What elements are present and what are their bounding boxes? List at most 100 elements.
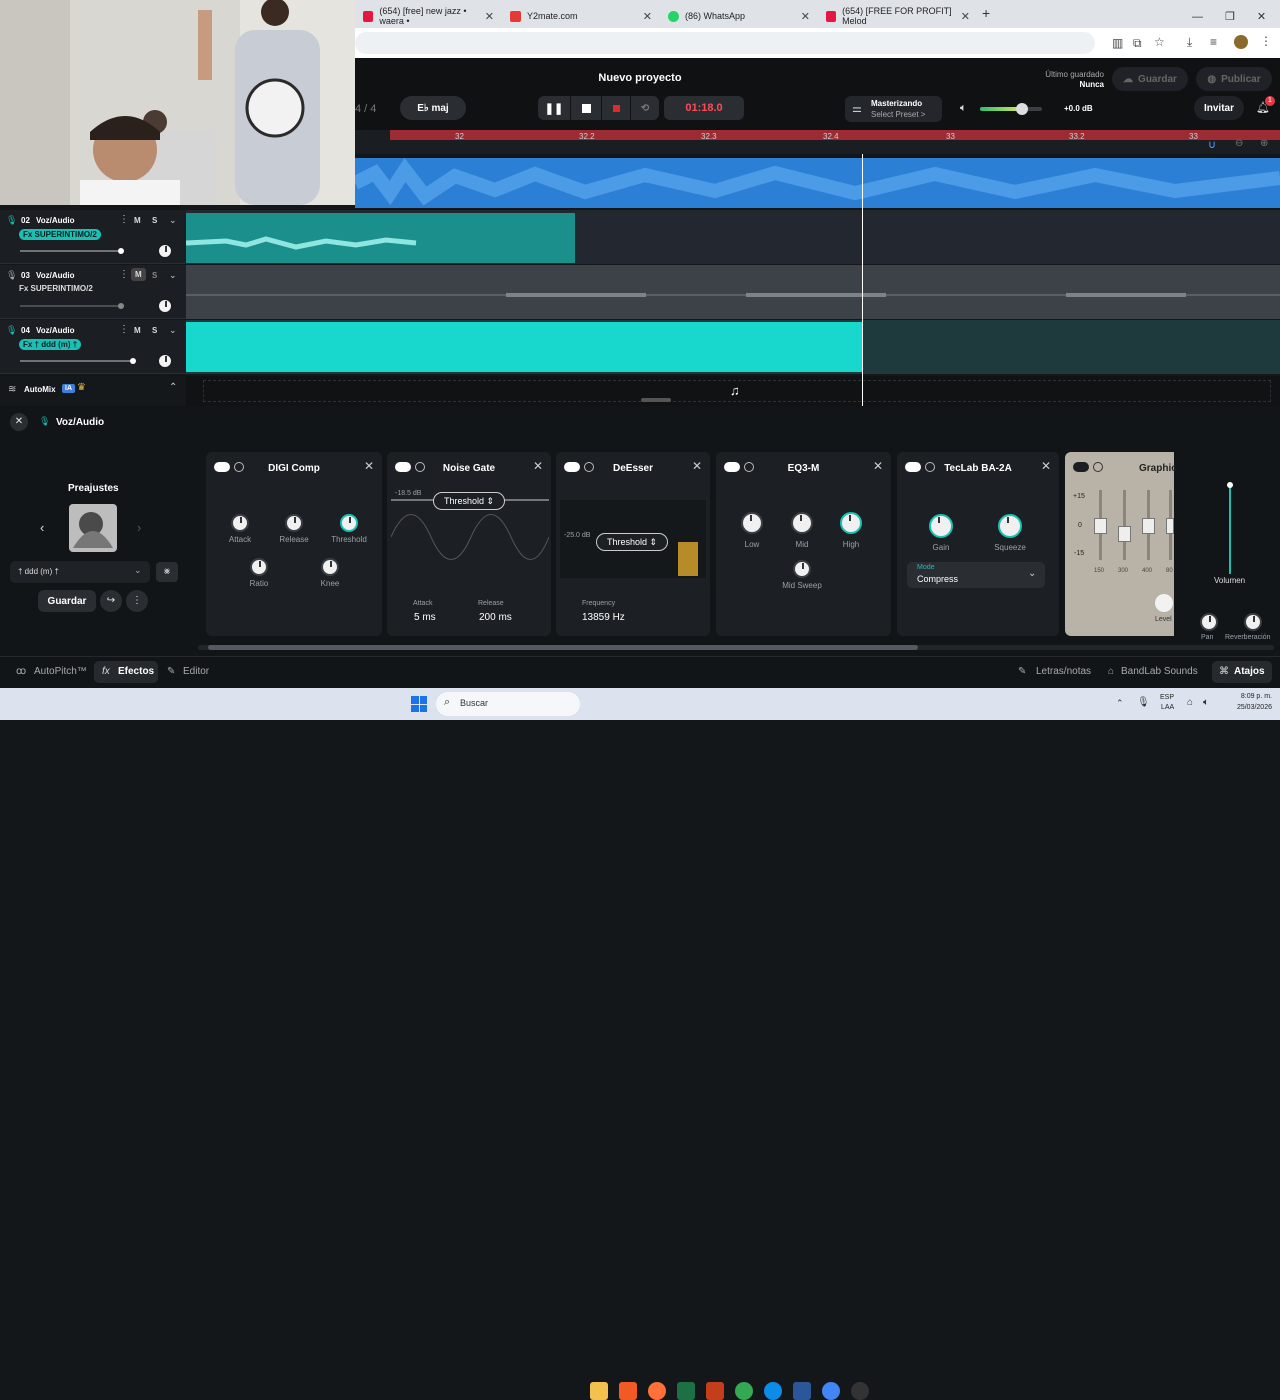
threshold-knob[interactable]: [340, 514, 358, 532]
eq-band-slider[interactable]: [1166, 490, 1174, 560]
chevron-down-icon[interactable]: ⌄: [169, 270, 177, 281]
track-volume-slider[interactable]: [20, 248, 124, 254]
track-name[interactable]: Voz/Audio: [36, 271, 75, 280]
chevron-right-icon[interactable]: ›: [137, 520, 141, 535]
knee-knob[interactable]: [321, 558, 339, 576]
track-fx-badge[interactable]: Fx SUPERINTIMO/2: [19, 229, 101, 240]
save-preset-button[interactable]: Guardar: [38, 590, 96, 612]
fx-card-eq3m[interactable]: EQ3-M ✕ Low Mid High Mid Sweep: [716, 452, 891, 636]
track-fx-badge[interactable]: Fx † ddd (m) †: [19, 339, 82, 350]
browser-tab[interactable]: (654) [free] new jazz • waera • ✕: [355, 4, 500, 28]
loop-button[interactable]: ⟲: [631, 96, 659, 120]
preset-artwork[interactable]: [69, 504, 117, 552]
new-tab-button[interactable]: +: [982, 5, 990, 21]
lyrics-tab[interactable]: Letras/notas: [1036, 666, 1091, 677]
chevron-down-icon[interactable]: ⌄: [169, 325, 177, 336]
zoom-in-icon[interactable]: ⊕: [1260, 138, 1268, 149]
edge-icon[interactable]: [764, 1382, 782, 1400]
taskbar-search[interactable]: ⌕ Buscar: [436, 692, 580, 716]
close-icon[interactable]: ✕: [1041, 459, 1051, 473]
close-tab-icon[interactable]: ✕: [801, 10, 810, 23]
browser-tab[interactable]: (86) WhatsApp ✕: [660, 4, 816, 28]
threshold-control[interactable]: Threshold ⇕: [433, 492, 505, 510]
close-panel-icon[interactable]: ✕: [10, 413, 28, 431]
mute-button[interactable]: M: [131, 268, 146, 281]
key-button[interactable]: E♭ maj: [400, 96, 466, 120]
autopitch-tab[interactable]: AutoPitch™: [34, 666, 87, 677]
slider-thumb[interactable]: [1227, 482, 1233, 488]
sidepanel-icon[interactable]: ▥: [1112, 36, 1123, 50]
timeline-ruler[interactable]: 32 32.2 32.3 32.4 33 33.2 33 ∪ ⊖ ⊕: [355, 130, 1280, 154]
close-tab-icon[interactable]: ✕: [961, 10, 970, 23]
ratio-knob[interactable]: [250, 558, 268, 576]
fx-scrollbar[interactable]: [198, 645, 1274, 650]
cast-icon[interactable]: ⧉: [1133, 36, 1142, 51]
attack-value[interactable]: 5 ms: [414, 612, 436, 623]
record-button[interactable]: [602, 96, 630, 120]
add-track-icon[interactable]: ♫: [730, 383, 740, 398]
stop-button[interactable]: [571, 96, 601, 120]
playhead[interactable]: [862, 154, 863, 406]
track-header[interactable]: 🎙︎ 03 Voz/Audio ⋮ M S ⌄ Fx SUPERINTIMO/2: [0, 265, 186, 319]
volume-thumb[interactable]: [1016, 103, 1028, 115]
more-icon[interactable]: ⋮: [126, 590, 148, 612]
menu-icon[interactable]: ⋮: [1260, 34, 1272, 48]
track-volume-slider[interactable]: [20, 303, 124, 309]
chrome-profile-icon[interactable]: [822, 1382, 840, 1400]
speaker-icon[interactable]: 🔈︎: [960, 102, 967, 115]
track-lane[interactable]: [186, 265, 1280, 319]
firefox-icon[interactable]: [648, 1382, 666, 1400]
track-volume-slider[interactable]: [20, 358, 136, 364]
microphone-tray-icon[interactable]: 🎙︎: [1137, 697, 1150, 708]
magnet-icon[interactable]: ∪: [1208, 138, 1216, 151]
info-icon[interactable]: [1093, 462, 1103, 472]
close-tab-icon[interactable]: ✕: [485, 10, 494, 23]
excel-icon[interactable]: [677, 1382, 695, 1400]
pan-knob[interactable]: [157, 298, 173, 314]
squeeze-knob[interactable]: [998, 514, 1022, 538]
windows-start-icon[interactable]: [411, 696, 427, 712]
track-name[interactable]: Voz/Audio: [36, 216, 75, 225]
slider-thumb[interactable]: [1094, 518, 1107, 534]
close-window-icon[interactable]: ✕: [1257, 11, 1266, 23]
close-icon[interactable]: ✕: [692, 459, 702, 473]
time-signature[interactable]: 4 / 4: [355, 103, 376, 115]
maximize-icon[interactable]: ❐: [1225, 11, 1235, 23]
editor-tab[interactable]: Editor: [183, 666, 209, 677]
language-indicator[interactable]: ESP: [1160, 694, 1174, 701]
reading-list-icon[interactable]: ≡: [1210, 35, 1217, 49]
invite-button[interactable]: Invitar: [1194, 96, 1244, 120]
track-lane[interactable]: [186, 320, 1280, 374]
chrome-icon[interactable]: [735, 1382, 753, 1400]
audio-clip[interactable]: [186, 322, 862, 372]
track-menu-icon[interactable]: ⋮: [119, 269, 129, 280]
save-button[interactable]: ☁ Guardar: [1112, 67, 1188, 91]
mute-button[interactable]: M: [134, 216, 141, 225]
mid-knob[interactable]: [791, 512, 813, 534]
obs-icon[interactable]: [851, 1382, 869, 1400]
fx-card-noise-gate[interactable]: Noise Gate ✕ -18.5 dB Threshold ⇕ Attack …: [387, 452, 551, 636]
close-tab-icon[interactable]: ✕: [643, 10, 652, 23]
eq-band-slider[interactable]: [1118, 490, 1131, 560]
download-icon[interactable]: ⤓: [1187, 35, 1192, 50]
audio-clip[interactable]: [351, 157, 1280, 208]
add-track-area[interactable]: ♫: [186, 376, 1280, 406]
fx-volume-slider[interactable]: [1227, 482, 1233, 574]
chevron-down-icon[interactable]: ⌄: [169, 215, 177, 226]
slider-thumb[interactable]: [1142, 518, 1155, 534]
track-lane[interactable]: [185, 210, 1280, 264]
audio-clip[interactable]: [185, 213, 575, 263]
mute-button[interactable]: M: [134, 326, 141, 335]
chevron-up-icon[interactable]: ⌃: [169, 382, 177, 393]
file-explorer-icon[interactable]: [590, 1382, 608, 1400]
fx-card-digi-comp[interactable]: DIGI Comp ✕ Attack Release Threshold Rati…: [206, 452, 382, 636]
address-bar[interactable]: [355, 32, 1095, 54]
threshold-control[interactable]: Threshold ⇕: [596, 533, 668, 551]
frequency-value[interactable]: 13859 Hz: [582, 612, 625, 623]
pan-knob[interactable]: [157, 243, 173, 259]
solo-button[interactable]: S: [152, 216, 157, 225]
bookmark-star-icon[interactable]: ☆: [1154, 35, 1165, 49]
level-knob[interactable]: [1155, 594, 1173, 612]
low-knob[interactable]: [741, 512, 763, 534]
effects-tab[interactable]: fx Efectos: [94, 661, 158, 683]
